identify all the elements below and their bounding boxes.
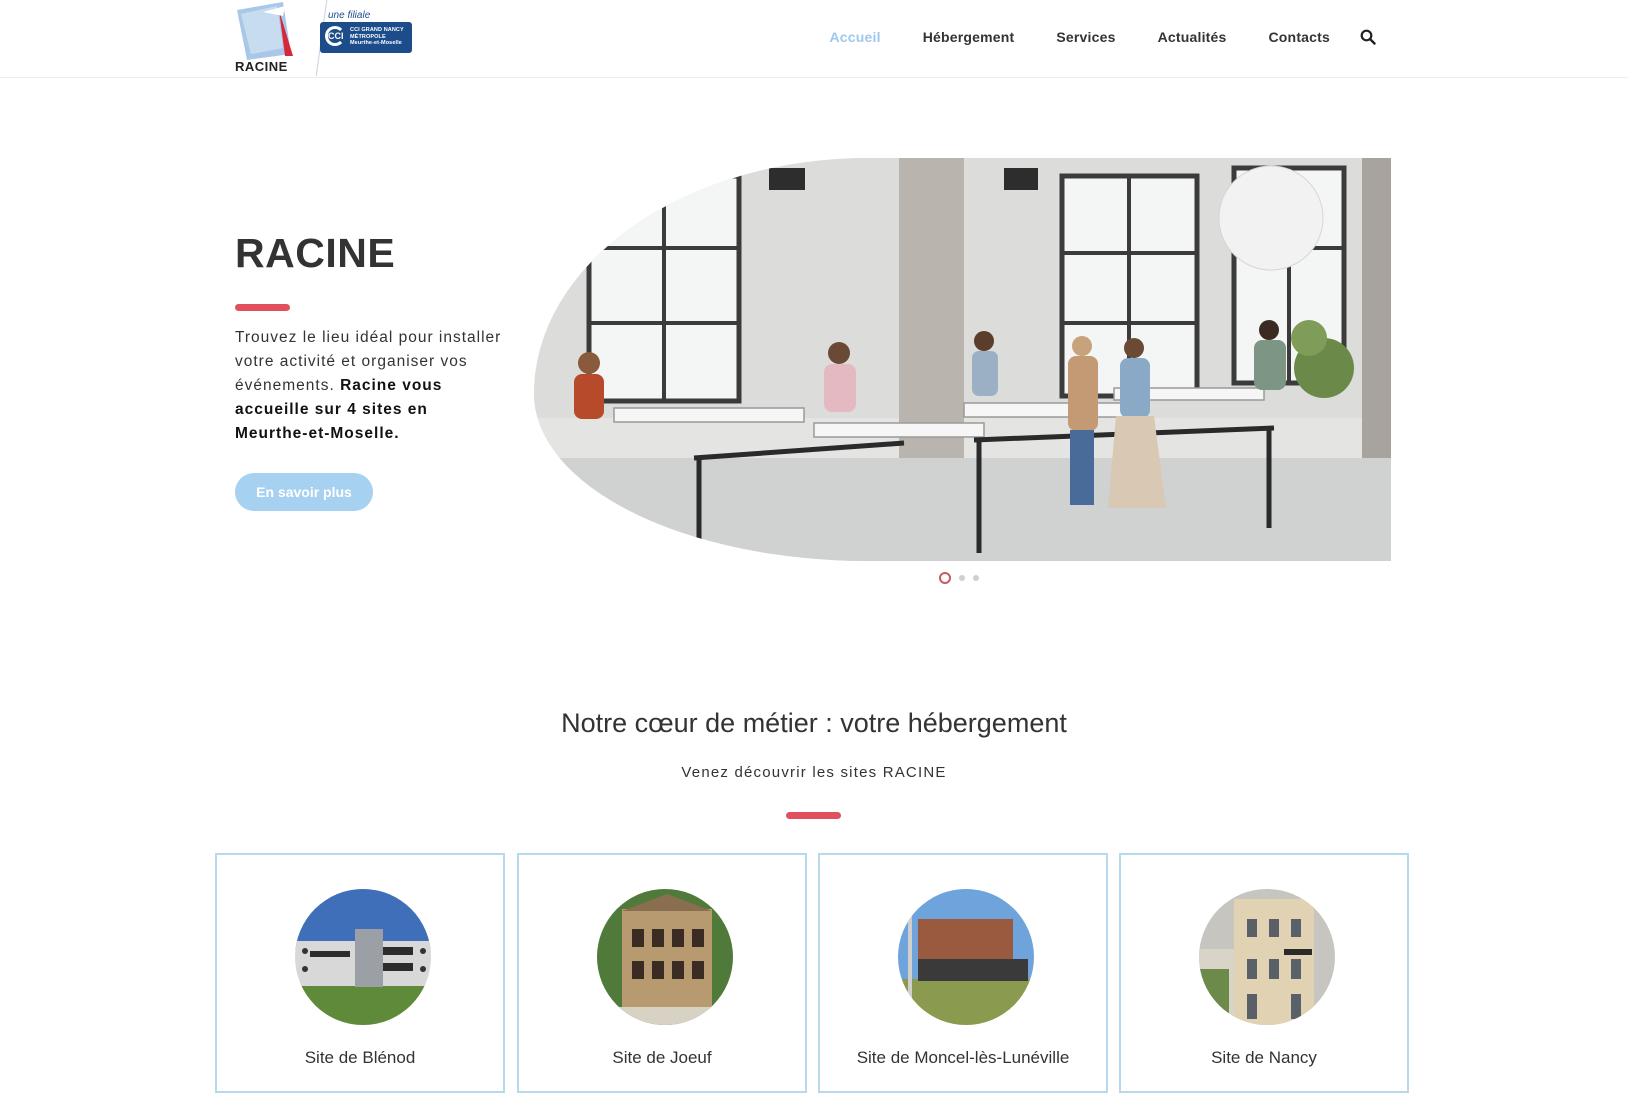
site-name: Site de Nancy <box>1211 1048 1317 1067</box>
main-nav: Accueil Hébergement Services Actualités … <box>787 0 1376 74</box>
logo-text: RACINE <box>235 59 288 74</box>
slider-dots <box>939 572 979 584</box>
site-photo-joeuf <box>597 889 733 1025</box>
filiale-text: une filiale <box>328 10 371 21</box>
site-card-blenod[interactable]: Site de Blénod <box>215 853 505 1093</box>
section-subtitle: Venez découvrir les sites RACINE <box>681 764 947 781</box>
cci-lines: CCI GRAND NANCY MÉTROPOLE Meurthe-et-Mos… <box>350 27 404 47</box>
site-card-joeuf[interactable]: Site de Joeuf <box>517 853 807 1093</box>
slider-dot-2[interactable] <box>959 575 965 581</box>
nav-item-services[interactable]: Services <box>1056 29 1115 45</box>
nav-item-accueil[interactable]: Accueil <box>829 29 880 45</box>
cci-line-3: Meurthe-et-Moselle <box>350 40 402 46</box>
racine-logo-mark <box>237 2 293 60</box>
slider-dot-1[interactable] <box>939 572 951 584</box>
slider-dot-3[interactable] <box>973 575 979 581</box>
racine-logo[interactable]: RACINE une filiale CCI CCI GRAND NANCY M… <box>233 0 423 76</box>
en-savoir-plus-button[interactable]: En savoir plus <box>235 473 373 511</box>
nav-item-contacts[interactable]: Contacts <box>1269 29 1331 45</box>
hero-office-photo <box>534 158 1391 561</box>
section-title: Notre cœur de métier : votre hébergement <box>561 708 1067 738</box>
hero-description: Trouvez le lieu idéal pour installer vot… <box>235 326 505 446</box>
site-name: Site de Joeuf <box>612 1048 712 1067</box>
site-card-nancy[interactable]: Site de Nancy <box>1119 853 1409 1093</box>
site-name: Site de Blénod <box>304 1048 416 1067</box>
cci-badge: CCI CCI GRAND NANCY MÉTROPOLE Meurthe-et… <box>320 22 412 53</box>
hero-title: RACINE <box>235 230 396 276</box>
office-illustration <box>534 158 1391 561</box>
cci-line-1: CCI GRAND NANCY <box>350 27 404 33</box>
site-photo-blenod <box>295 889 431 1025</box>
nav-item-actualites[interactable]: Actualités <box>1158 29 1227 45</box>
hero-accent-bar <box>235 304 290 311</box>
site-photo-moncel <box>898 889 1034 1025</box>
site-photo-nancy <box>1199 889 1335 1025</box>
section-accent-bar <box>786 812 841 819</box>
site-header: RACINE une filiale CCI CCI GRAND NANCY M… <box>0 0 1628 78</box>
site-card-moncel[interactable]: Site de Moncel-lès-Lunéville <box>818 853 1108 1093</box>
site-name: Site de Moncel-lès-Lunéville <box>856 1048 1070 1067</box>
cci-symbol: CCI <box>325 26 345 46</box>
nav-item-hebergement[interactable]: Hébergement <box>923 29 1015 45</box>
search-icon[interactable] <box>1360 29 1376 45</box>
